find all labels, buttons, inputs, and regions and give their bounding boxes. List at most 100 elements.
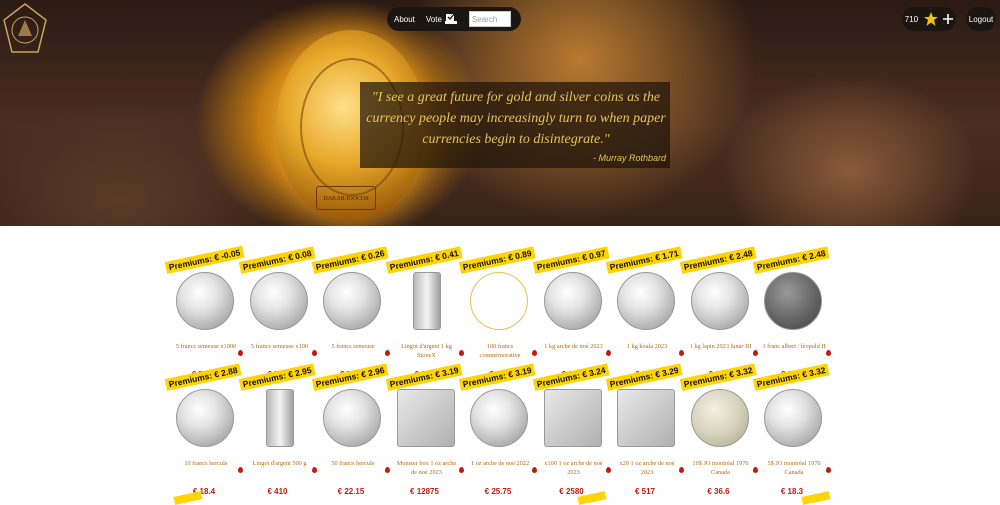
product-card[interactable]: Premiums: € 2.95 Lingot d'argent 500 g € 4… <box>238 363 318 496</box>
product-image[interactable] <box>412 272 441 330</box>
flame-icon <box>605 467 611 473</box>
product-image[interactable] <box>323 389 381 447</box>
product-image[interactable] <box>543 389 602 447</box>
product-image[interactable] <box>690 389 749 447</box>
product-price: € 22.15 <box>337 487 365 496</box>
flame-icon <box>532 350 537 356</box>
product-name[interactable]: 1 kg lapin 2023 lunar III <box>689 342 753 351</box>
product-name[interactable]: x20 1 oz arche de noé 2023 <box>615 459 679 477</box>
product-card[interactable]: Premiums: € 3.32 5$ JO montréal 1976 Cana… <box>752 363 832 496</box>
product-name[interactable]: 10$ JO montréal 1976 Canada <box>689 459 753 477</box>
plus-icon[interactable] <box>943 14 954 24</box>
product-image[interactable] <box>265 389 294 447</box>
flame-icon <box>311 467 317 473</box>
product-image[interactable] <box>764 389 822 447</box>
product-card[interactable]: Premiums: € 0.971 kg arche de noé 2023€ … <box>532 246 612 379</box>
nav-vote-link[interactable]: Vote <box>422 13 457 25</box>
product-card[interactable]: Premiums: € 3.19 Monster box 1 oz arche d… <box>385 363 465 496</box>
product-name[interactable]: 10 francs hercule <box>174 459 238 468</box>
product-image[interactable] <box>543 272 602 330</box>
product-name[interactable]: 1 franc albert / léopold II <box>762 342 826 351</box>
product-image[interactable] <box>176 389 234 447</box>
flame-icon <box>238 350 243 356</box>
site-logo[interactable] <box>2 0 48 60</box>
flame-icon <box>605 350 611 356</box>
hero-banner: DAKAR/IOOCOS "I see a great future for g… <box>0 0 1000 226</box>
product-card[interactable]: Premiums: € 0.89 100 francs commémorative… <box>458 246 538 379</box>
nav-about-link[interactable]: About <box>387 15 422 24</box>
flame-icon <box>385 350 390 356</box>
ballot-box-icon <box>444 13 457 24</box>
product-image[interactable] <box>323 272 381 330</box>
product-name[interactable]: Lingot d'argent 1 kg StoneX <box>395 342 459 360</box>
product-image[interactable] <box>176 272 234 330</box>
flame-icon <box>238 467 243 473</box>
flame-icon <box>679 467 684 473</box>
product-image[interactable] <box>470 389 528 447</box>
product-card[interactable]: Premiums: € 3.24 x100 1 oz arche de noé 2… <box>532 363 612 496</box>
product-card[interactable]: Premiums: € 0.085 francs semeuse x100€ 7… <box>238 246 318 379</box>
flame-icon <box>826 350 831 356</box>
flame-icon <box>752 467 758 473</box>
flame-icon <box>311 350 317 356</box>
logout-button[interactable]: Logout <box>966 7 996 31</box>
flame-icon <box>679 350 684 356</box>
product-card[interactable]: Premiums: € 1.711 kg koala 2023€ 856 <box>605 246 685 379</box>
product-image[interactable] <box>617 272 675 330</box>
product-price: € 12875 <box>410 487 439 496</box>
flame-icon <box>458 467 464 473</box>
product-card[interactable]: Premiums: € 2.88 10 francs hercule € 18.4 <box>164 363 244 496</box>
product-card[interactable]: Premiums: € 2.48 1 franc albert / léopold… <box>752 246 832 379</box>
premium-badge: Premiums: € 2.48 <box>679 246 757 274</box>
product-name[interactable]: 1 kg arche de noé 2023 <box>542 342 606 351</box>
product-price: € 517 <box>634 487 656 496</box>
product-card[interactable]: Premiums: € 2.96 50 francs hercule € 22.15 <box>311 363 391 496</box>
product-name[interactable]: Monster box 1 oz arche de noé 2023 <box>395 459 459 477</box>
points-bar: 710 <box>902 7 956 31</box>
product-price: € 36.6 <box>707 487 730 496</box>
product-name[interactable]: 100 francs commémorative <box>468 342 532 360</box>
flame-icon <box>826 467 831 473</box>
flame-icon <box>458 350 464 356</box>
product-card[interactable]: Premiums: € 2.48 1 kg lapin 2023 lunar II… <box>679 246 759 379</box>
product-name[interactable]: 50 francs hercule <box>321 459 385 468</box>
product-price: € 25.75 <box>484 487 512 496</box>
product-card[interactable]: Premiums: € 3.32 10$ JO montréal 1976 Can… <box>679 363 759 496</box>
product-card[interactable]: Premiums: € 3.29 x20 1 oz arche de noé 20… <box>605 363 685 496</box>
points-count: 710 <box>904 14 919 24</box>
product-image[interactable] <box>396 389 455 447</box>
gold-star-icon <box>923 12 938 26</box>
product-image[interactable] <box>249 272 308 330</box>
premium-badge: Premiums: € 0.26 <box>311 246 389 274</box>
product-name[interactable]: 5$ JO montréal 1976 Canada <box>762 459 826 477</box>
premium-badge: Premiums: € 0.97 <box>532 246 610 274</box>
quote-author: - Murray Rothbard <box>592 153 666 163</box>
product-name[interactable]: Lingot d'argent 500 g <box>248 459 312 468</box>
product-card[interactable]: Premiums: € 0.265 francs semeuse€ 7.35 <box>311 246 391 379</box>
premium-badge: Premiums: € 1.71 <box>605 246 683 274</box>
product-name[interactable]: 5 francs semeuse x1000 <box>174 342 238 351</box>
product-card[interactable]: Premiums: € -0.055 francs semeuse x1000€… <box>164 245 245 379</box>
product-image[interactable] <box>470 272 528 330</box>
flame-icon <box>385 467 390 473</box>
product-card[interactable]: Premiums: € 0.41 Lingot d'argent 1 kg Sto… <box>385 246 465 379</box>
coin-plate: DAKAR/IOOCOS <box>316 186 376 210</box>
logout-label: Logout <box>968 14 994 24</box>
premium-badge: Premiums: € 0.89 <box>458 246 536 274</box>
product-name[interactable]: x100 1 oz arche de noé 2023 <box>542 459 606 477</box>
premium-badge: Premiums: € -0.05 <box>164 245 245 274</box>
product-name[interactable]: 5 francs semeuse x100 <box>248 342 312 351</box>
product-name[interactable]: 5 francs semeuse <box>321 342 385 351</box>
flame-icon <box>752 350 758 356</box>
nav-vote-label: Vote <box>425 14 442 24</box>
hero-quote: "I see a great future for gold and silve… <box>366 90 666 147</box>
premium-badge: Premiums: € 0.08 <box>238 246 316 274</box>
product-image[interactable] <box>764 272 822 330</box>
product-image[interactable] <box>617 389 675 447</box>
search-input[interactable] <box>468 11 511 27</box>
product-image[interactable] <box>690 272 749 330</box>
product-name[interactable]: 1 kg koala 2023 <box>615 342 679 351</box>
product-price: € 410 <box>267 487 288 496</box>
product-name[interactable]: 1 oz arche de noé 2022 <box>468 459 532 468</box>
product-card[interactable]: Premiums: € 3.19 1 oz arche de noé 2022 € … <box>458 363 538 496</box>
